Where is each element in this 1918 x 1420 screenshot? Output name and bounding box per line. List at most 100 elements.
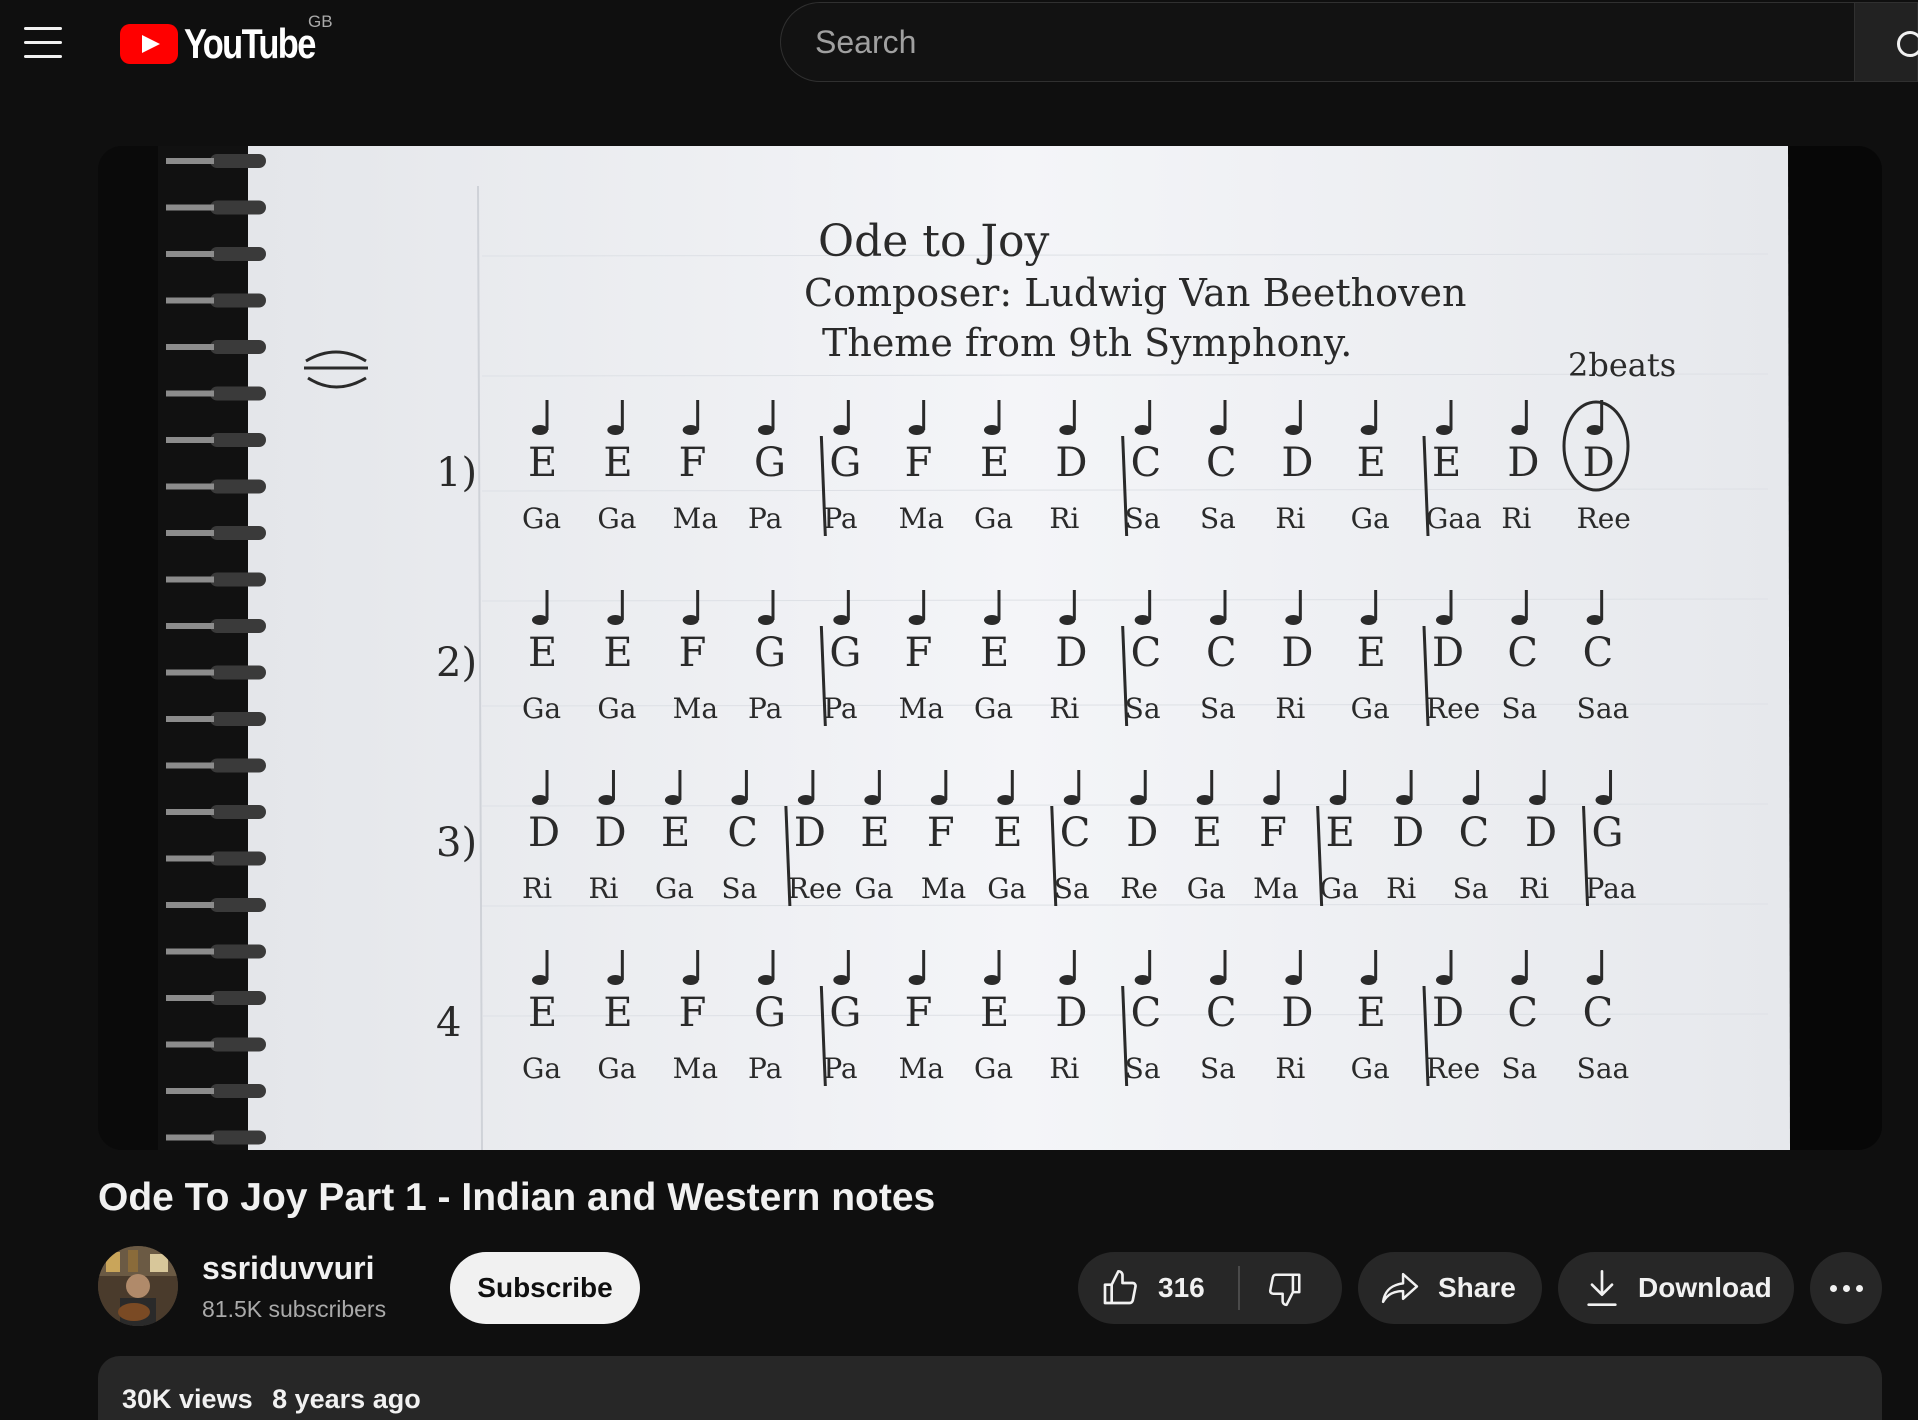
like-count: 316 xyxy=(1158,1272,1205,1303)
western-note: C xyxy=(1060,810,1091,856)
western-note: F xyxy=(679,440,707,486)
search-button[interactable] xyxy=(1854,2,1918,82)
indian-note: Sa xyxy=(1501,1052,1537,1085)
spiral-wire xyxy=(166,576,214,583)
indian-note: Ga xyxy=(522,692,561,725)
western-note: F xyxy=(1259,810,1287,856)
indian-note: Ri xyxy=(1386,872,1416,905)
more-actions-button[interactable] xyxy=(1810,1252,1882,1324)
western-note: E xyxy=(1326,810,1355,856)
indian-note: Ma xyxy=(921,872,966,905)
indian-note: Sa xyxy=(1200,1052,1236,1085)
channel-name[interactable]: ssriduvvuri xyxy=(202,1250,375,1287)
western-note: D xyxy=(1525,810,1557,856)
description-box[interactable]: 30K views 8 years ago xyxy=(98,1356,1882,1420)
western-note: E xyxy=(980,990,1009,1036)
indian-note: Pa xyxy=(748,1052,782,1085)
spiral-ring xyxy=(210,944,266,959)
western-note: G xyxy=(754,630,786,676)
indian-note: Ga xyxy=(974,1052,1013,1085)
indian-note: Saa xyxy=(1577,1052,1630,1085)
western-note: G xyxy=(1592,810,1624,856)
western-note: D xyxy=(1583,440,1615,486)
spiral-ring xyxy=(210,898,266,912)
view-count: 30K views xyxy=(122,1384,253,1414)
western-note: D xyxy=(1281,440,1313,486)
indian-note: Ree xyxy=(1426,1052,1480,1085)
western-note: D xyxy=(1281,990,1313,1036)
western-note: D xyxy=(528,810,560,856)
western-note: C xyxy=(1206,440,1237,486)
like-icon xyxy=(1103,1270,1137,1305)
spiral-wire xyxy=(166,1041,214,1048)
western-note: D xyxy=(794,810,826,856)
indian-note: Ri xyxy=(1501,502,1531,535)
western-note: E xyxy=(1193,810,1222,856)
indian-note: Pa xyxy=(823,502,857,535)
spiral-wire xyxy=(166,1088,214,1094)
video-meta: 30K views 8 years ago xyxy=(122,1384,421,1415)
western-note: F xyxy=(905,990,933,1036)
video-player[interactable]: Ode to Joy Composer: Ludwig Van Beethoven… xyxy=(98,146,1882,1150)
channel-avatar[interactable] xyxy=(98,1246,178,1326)
indian-note: Ga xyxy=(854,872,893,905)
download-label: Download xyxy=(1638,1272,1772,1303)
indian-note: Ga xyxy=(1351,692,1390,725)
indian-note: Ga xyxy=(597,692,636,725)
indian-note: Ri xyxy=(1275,1052,1305,1085)
spiral-wire xyxy=(166,902,214,908)
indian-note: Ga xyxy=(1187,872,1226,905)
indian-note: Ma xyxy=(1253,872,1298,905)
spiral-wire xyxy=(166,995,214,1001)
search-input[interactable] xyxy=(815,3,1815,81)
spiral-ring xyxy=(210,851,266,866)
indian-note: Ri xyxy=(1519,872,1549,905)
indian-note: Ga xyxy=(974,502,1013,535)
video-title: Ode To Joy Part 1 - Indian and Western n… xyxy=(98,1176,936,1219)
indian-note: Re xyxy=(1120,872,1158,905)
like-button[interactable]: 316 xyxy=(1078,1252,1238,1324)
indian-note: Sa xyxy=(1200,692,1236,725)
western-note: E xyxy=(993,810,1022,856)
indian-note: Ga xyxy=(974,692,1013,725)
share-button[interactable]: Share xyxy=(1358,1252,1542,1324)
indian-note: Sa xyxy=(1125,692,1161,725)
spiral-wire xyxy=(166,437,214,443)
western-note: F xyxy=(927,810,955,856)
indian-note: Pa xyxy=(748,692,782,725)
spiral-ring xyxy=(210,479,266,494)
spiral-ring xyxy=(210,1037,266,1052)
indian-note: Ga xyxy=(987,872,1026,905)
western-note: C xyxy=(727,810,758,856)
subscribe-button[interactable]: Subscribe xyxy=(450,1252,640,1324)
row-label: 1) xyxy=(436,450,477,496)
western-note: D xyxy=(1055,630,1087,676)
youtube-logo-icon xyxy=(120,24,178,64)
western-note: G xyxy=(829,440,861,486)
menu-icon[interactable] xyxy=(24,24,72,58)
spiral-wire xyxy=(166,251,214,257)
western-note: C xyxy=(1583,990,1614,1036)
dislike-icon xyxy=(1268,1273,1301,1307)
indian-note: Sa xyxy=(1453,872,1489,905)
spiral-ring xyxy=(210,247,266,261)
row-label: 4 xyxy=(436,1000,461,1046)
indian-note: Sa xyxy=(1054,872,1090,905)
indian-note: Gaa xyxy=(1426,502,1482,535)
western-note: E xyxy=(528,990,557,1036)
spiral-wire xyxy=(166,297,214,304)
spiral-wire xyxy=(166,483,214,490)
spiral-ring xyxy=(210,665,266,680)
download-button[interactable]: Download xyxy=(1558,1252,1794,1324)
spiral-ring xyxy=(210,572,266,587)
indian-note: Sa xyxy=(1125,1052,1161,1085)
indian-note: Ree xyxy=(1577,502,1631,535)
western-note: E xyxy=(661,810,690,856)
dislike-button[interactable] xyxy=(1240,1252,1342,1324)
spiral-ring xyxy=(210,712,266,726)
western-note: C xyxy=(1206,630,1237,676)
spiral-ring xyxy=(210,200,266,215)
indian-note: Paa xyxy=(1586,872,1637,905)
western-note: G xyxy=(829,990,861,1036)
spiral-ring xyxy=(210,991,266,1005)
